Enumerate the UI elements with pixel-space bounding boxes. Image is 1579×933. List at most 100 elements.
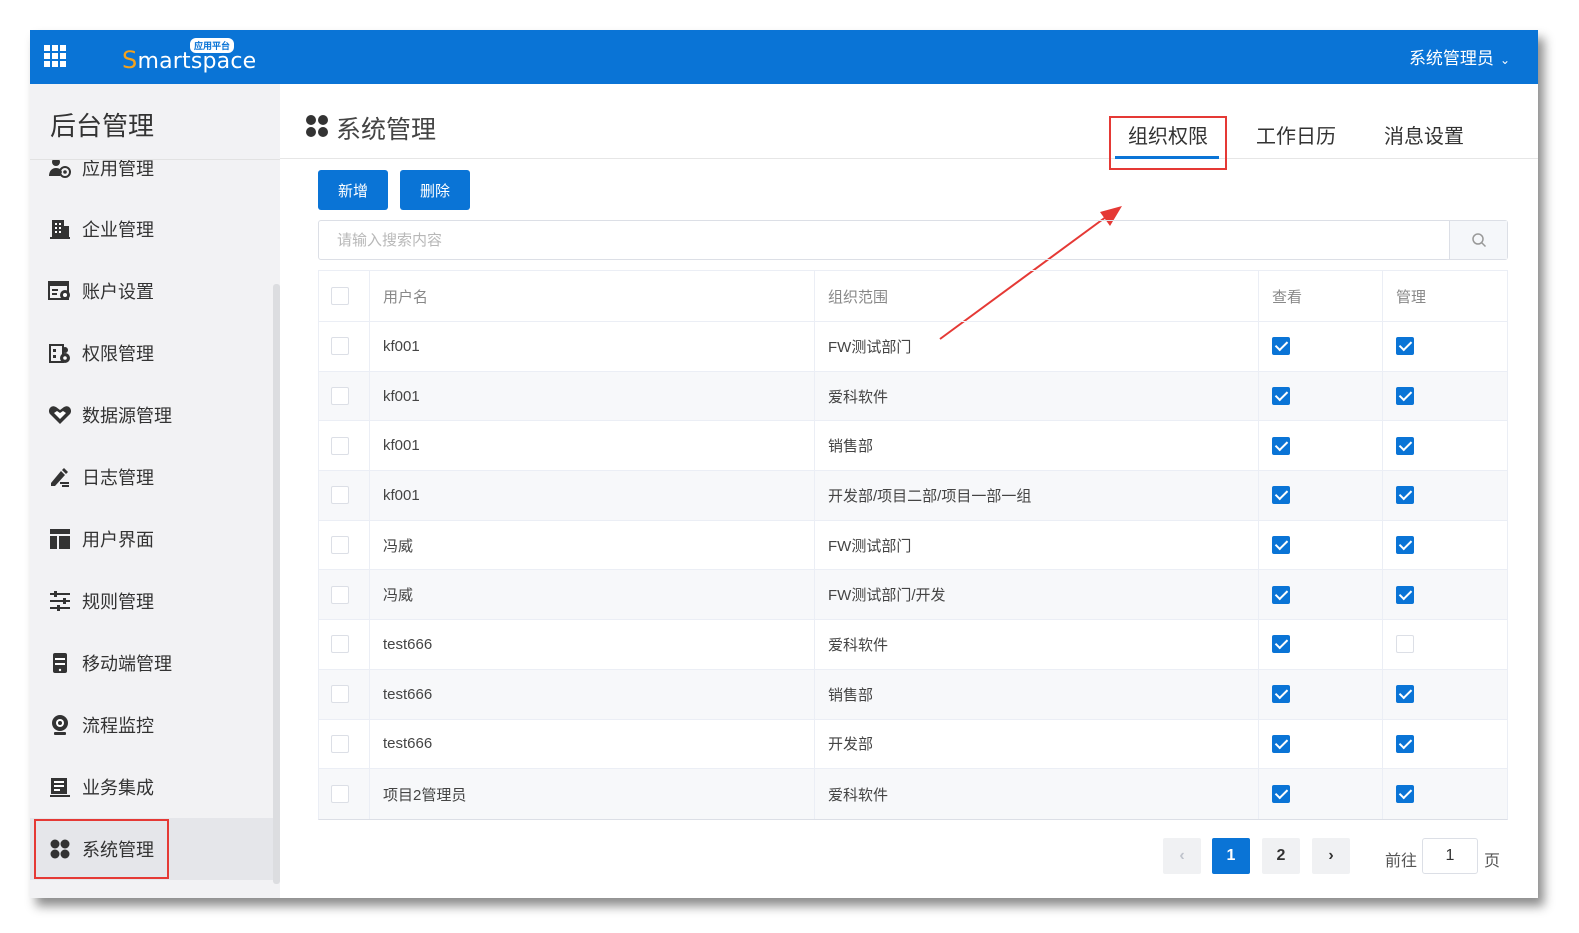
table-header-row: 用户名 组织范围 查看 管理 xyxy=(319,271,1507,322)
manage-checkbox[interactable] xyxy=(1396,734,1414,753)
row-checkbox[interactable] xyxy=(331,536,349,555)
sidebar-item-label: 企业管理 xyxy=(82,220,154,240)
scope-cell: 开发部 xyxy=(815,719,1259,769)
scope-cell: 爱科软件 xyxy=(815,620,1259,669)
user-cell: test666 xyxy=(370,620,815,669)
view-checkbox[interactable] xyxy=(1272,536,1290,555)
manage-checkbox[interactable] xyxy=(1396,585,1414,604)
logo: Smartspace 应用平台 xyxy=(122,38,256,76)
search-input[interactable] xyxy=(319,221,1449,259)
view-checkbox[interactable] xyxy=(1272,387,1290,406)
row-checkbox[interactable] xyxy=(331,436,349,455)
manage-checkbox[interactable] xyxy=(1396,337,1414,356)
table-row: 项目2管理员 爱科软件 xyxy=(319,769,1507,819)
table-row: kf001 FW测试部门 xyxy=(319,322,1507,372)
next-page-button[interactable]: › xyxy=(1312,838,1350,874)
app-window: Smartspace 应用平台 系统管理员 ⌄ 后台管理 应用管理 企业管理 账… xyxy=(30,30,1538,898)
view-checkbox[interactable] xyxy=(1272,585,1290,604)
scope-cell: FW测试部门 xyxy=(815,520,1259,570)
row-checkbox[interactable] xyxy=(331,585,349,604)
log-pen-icon xyxy=(48,465,72,489)
building-icon xyxy=(48,217,72,241)
sidebar-scrollbar[interactable] xyxy=(273,284,280,884)
view-checkbox[interactable] xyxy=(1272,685,1290,704)
sidebar-item-app-management[interactable]: 应用管理 xyxy=(30,160,273,199)
row-checkbox[interactable] xyxy=(331,785,349,804)
active-tab-indicator xyxy=(1115,156,1219,159)
sidebar-item-process-monitor[interactable]: 流程监控 xyxy=(30,694,273,756)
column-header-user: 用户名 xyxy=(370,271,815,321)
manage-checkbox[interactable] xyxy=(1396,785,1414,804)
sidebar-item-logs[interactable]: 日志管理 xyxy=(30,446,273,508)
sidebar-item-account-settings[interactable]: 账户设置 xyxy=(30,260,273,322)
tab-message-settings[interactable]: 消息设置 xyxy=(1384,120,1464,149)
page-1-button[interactable]: 1 xyxy=(1212,838,1250,874)
tab-org-permission[interactable]: 组织权限 xyxy=(1128,120,1208,149)
goto-page-input[interactable] xyxy=(1422,838,1478,874)
scope-cell: 爱科软件 xyxy=(815,371,1259,421)
row-checkbox[interactable] xyxy=(331,387,349,406)
sidebar-item-label: 规则管理 xyxy=(82,592,154,612)
user-cell: kf001 xyxy=(370,371,815,421)
header-checkbox-cell xyxy=(319,271,370,321)
user-cell: kf001 xyxy=(370,322,815,371)
page-2-button[interactable]: 2 xyxy=(1262,838,1300,874)
scope-cell: FW测试部门/开发 xyxy=(815,570,1259,620)
delete-button[interactable]: 删除 xyxy=(400,170,470,210)
add-button[interactable]: 新增 xyxy=(318,170,388,210)
sidebar-item-datasource[interactable]: 数据源管理 xyxy=(30,384,273,446)
sidebar-menu: 应用管理 企业管理 账户设置 权限管理 数据源管理 日志管理 用户界面 规则管理… xyxy=(30,160,273,884)
sidebar: 后台管理 应用管理 企业管理 账户设置 权限管理 数据源管理 日志管理 用户界面… xyxy=(30,84,280,898)
manage-checkbox[interactable] xyxy=(1396,536,1414,555)
four-dots-icon xyxy=(48,837,72,861)
manage-checkbox[interactable] xyxy=(1396,486,1414,505)
app-grid-icon[interactable] xyxy=(44,45,66,67)
view-checkbox[interactable] xyxy=(1272,785,1290,804)
row-checkbox[interactable] xyxy=(331,635,349,654)
tab-work-calendar[interactable]: 工作日历 xyxy=(1256,120,1336,149)
logo-badge: 应用平台 xyxy=(190,38,235,53)
scope-cell: 销售部 xyxy=(815,421,1259,471)
search-button[interactable] xyxy=(1449,221,1507,259)
goto-prefix: 前往 xyxy=(1385,853,1418,870)
permission-icon xyxy=(48,341,72,365)
scope-cell: 开发部/项目二部/项目一部一组 xyxy=(815,471,1259,520)
scope-cell: 销售部 xyxy=(815,669,1259,719)
sidebar-item-label: 业务集成 xyxy=(82,778,154,798)
sidebar-item-enterprise[interactable]: 企业管理 xyxy=(30,198,273,260)
column-header-manage: 管理 xyxy=(1396,288,1427,306)
prev-page-button[interactable]: ‹ xyxy=(1163,838,1201,874)
sidebar-item-integration[interactable]: 业务集成 xyxy=(30,756,273,818)
row-checkbox[interactable] xyxy=(331,734,349,753)
sidebar-item-rules[interactable]: 规则管理 xyxy=(30,570,273,632)
view-checkbox[interactable] xyxy=(1272,635,1290,654)
select-all-checkbox[interactable] xyxy=(331,287,349,305)
manage-checkbox[interactable] xyxy=(1396,685,1414,704)
sidebar-item-permission[interactable]: 权限管理 xyxy=(30,322,273,384)
view-checkbox[interactable] xyxy=(1272,337,1290,356)
account-settings-icon xyxy=(48,279,72,303)
sidebar-item-system-management[interactable]: 系统管理 xyxy=(30,818,273,880)
user-cell: 冯威 xyxy=(370,520,815,570)
row-checkbox[interactable] xyxy=(331,685,349,704)
view-checkbox[interactable] xyxy=(1272,486,1290,505)
view-checkbox[interactable] xyxy=(1272,734,1290,753)
manage-checkbox[interactable] xyxy=(1396,436,1414,455)
sidebar-item-mobile[interactable]: 移动端管理 xyxy=(30,632,273,694)
layout-icon xyxy=(48,527,72,551)
view-checkbox[interactable] xyxy=(1272,436,1290,455)
search-box xyxy=(318,220,1508,260)
mobile-icon xyxy=(48,651,72,675)
row-checkbox[interactable] xyxy=(331,486,349,505)
sidebar-item-user-interface[interactable]: 用户界面 xyxy=(30,508,273,570)
scope-cell: 爱科软件 xyxy=(815,769,1259,819)
goto-suffix: 页 xyxy=(1484,853,1501,870)
user-menu[interactable]: 系统管理员 ⌄ xyxy=(1409,44,1510,69)
table-row: kf001 销售部 xyxy=(319,421,1507,472)
page-title: 系统管理 xyxy=(336,116,437,144)
table-row: kf001 开发部/项目二部/项目一部一组 xyxy=(319,471,1507,521)
permission-table: 用户名 组织范围 查看 管理 kf001 FW测试部门 kf001 爱科软件 k… xyxy=(318,270,1508,820)
manage-checkbox[interactable] xyxy=(1396,387,1414,406)
manage-checkbox[interactable] xyxy=(1396,635,1414,654)
row-checkbox[interactable] xyxy=(331,337,349,356)
